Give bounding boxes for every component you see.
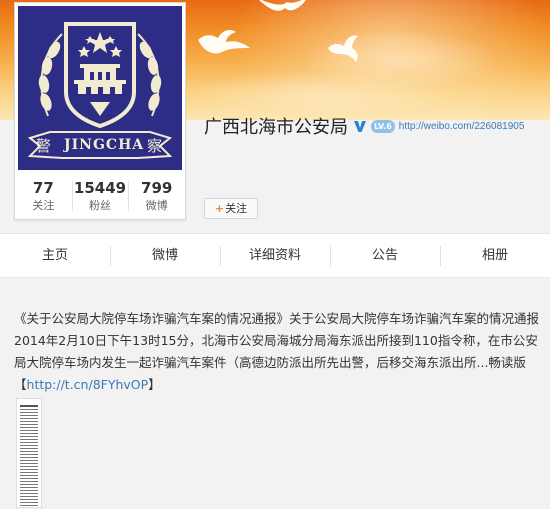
stat-posts[interactable]: 799 微博 [128,175,185,219]
account-name: 广西北海市公安局 [204,117,348,138]
thumbnail-doc-line [20,463,38,464]
profile-tabs: 主页 微博 详细资料 公告 相册 [0,233,550,278]
verified-icon[interactable] [353,119,367,133]
thumbnail-doc-line [20,490,38,491]
avatar-badge-text: JINGCHA [64,137,145,153]
thumbnail-doc-line [20,405,38,407]
thumbnail-doc-line [20,427,38,428]
thumbnail-doc-line [20,505,38,506]
stat-following-count: 77 [32,179,54,197]
tab-album[interactable]: 相册 [440,234,550,277]
thumbnail-doc-line [20,430,38,431]
tab-announcements[interactable]: 公告 [330,234,440,277]
level-badge[interactable]: LV.6 [371,119,395,133]
thumbnail-doc-line [20,418,38,419]
thumbnail-doc-line [20,415,38,416]
tab-weibo[interactable]: 微博 [110,234,220,277]
thumbnail-doc-line [20,499,38,500]
thumbnail-doc-line [20,454,38,455]
plus-icon: + [214,202,225,215]
stat-posts-label: 微博 [145,199,168,212]
thumbnail-doc-line [20,493,38,494]
thumbnail-doc-line [20,451,38,452]
link-close-bracket: 】 [148,377,161,392]
stat-following[interactable]: 77 关注 [15,175,72,219]
thumbnail-doc-line [20,412,38,413]
tab-details[interactable]: 详细资料 [220,234,330,277]
thumbnail-doc-line [20,472,38,473]
avatar-side-right: 察 [147,137,163,155]
thumbnail-doc-line [20,439,38,440]
link-open-bracket: 【 [14,377,27,392]
dove-icon [198,30,250,54]
thumbnail-doc-line [20,424,38,425]
thumbnail-doc-line [20,448,38,449]
follow-button[interactable]: +关注 [204,198,258,219]
thumbnail-doc-line [20,496,38,497]
tab-home[interactable]: 主页 [0,234,110,277]
post-text: 《关于公安局大院停车场诈骗汽车案的情况通报》关于公安局大院停车场诈骗汽车案的情况… [14,311,540,370]
profile-stats: 77 关注 15449 粉丝 799 微博 [15,175,185,219]
thumbnail-doc-line [20,484,38,485]
dove-icon [328,35,358,62]
follow-button-label: 关注 [225,202,248,215]
thumbnail-doc-line [20,457,38,458]
weibo-post: 《关于公安局大院停车场诈骗汽车案的情况通报》关于公安局大院停车场诈骗汽车案的情况… [14,308,544,396]
avatar[interactable]: 警 JINGCHA 察 [18,6,182,170]
thumbnail-doc-line [20,436,38,437]
post-short-link[interactable]: http://t.cn/8FYhvOP [27,377,149,392]
thumbnail-doc-line [20,475,38,476]
stat-following-label: 关注 [32,199,55,212]
profile-header: 广西北海市公安局 LV.6 http://weibo.com/226081905 [204,112,524,140]
thumbnail-doc-line [20,469,38,470]
stat-followers-label: 粉丝 [89,199,111,212]
post-image-thumbnail[interactable] [16,398,42,508]
thumbnail-doc-line [20,460,38,461]
avatar-side-left: 警 [36,137,52,155]
thumbnail-doc-line [20,487,38,488]
dove-icon [259,0,307,11]
thumbnail-doc-line [20,466,38,467]
thumbnail-doc-line [20,409,38,410]
stat-posts-count: 799 [141,179,173,197]
thumbnail-doc-line [20,478,38,479]
thumbnail-doc-line [20,433,38,434]
stat-followers-count: 15449 [73,179,127,197]
profile-url-link[interactable]: http://weibo.com/226081905 [399,121,525,132]
thumbnail-doc-line [20,502,38,503]
thumbnail-doc-line [20,421,38,422]
thumbnail-doc-line [20,481,38,482]
profile-card: 警 JINGCHA 察 77 关注 15449 粉丝 799 微博 [14,2,186,220]
thumbnail-doc-line [20,445,38,446]
thumbnail-doc-line [20,442,38,443]
stat-followers[interactable]: 15449 粉丝 [71,175,129,219]
